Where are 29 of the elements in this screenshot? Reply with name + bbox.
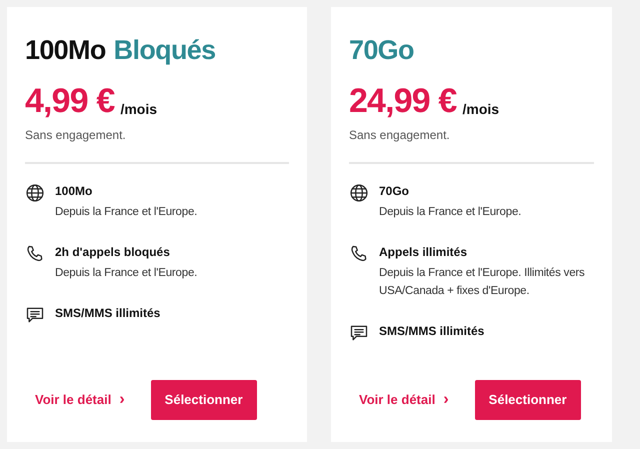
feature-detail: Depuis la France et l'Europe.	[55, 266, 198, 281]
feature-title: SMS/MMS illimités	[55, 305, 160, 322]
price: 24,99 €	[349, 84, 456, 118]
message-icon	[25, 305, 45, 325]
price: 4,99 €	[25, 84, 114, 118]
select-button[interactable]: Sélectionner	[474, 380, 581, 420]
feature-detail: Depuis la France et l'Europe.	[55, 205, 198, 220]
feature-detail: Depuis la France et l'Europe.	[379, 205, 522, 220]
plan-title: Bloqués	[114, 37, 216, 64]
select-button[interactable]: Sélectionner	[150, 380, 257, 420]
message-icon	[349, 323, 369, 343]
detail-link[interactable]: Voir le détail ›	[359, 388, 449, 412]
feature-title: 2h d'appels bloqués	[55, 244, 171, 261]
plan-title: 70Go	[349, 37, 414, 64]
plan-title: 100Mo	[25, 37, 106, 64]
commitment-text: Sans engagement.	[349, 127, 451, 144]
price-period: /mois	[120, 102, 158, 116]
detail-link[interactable]: Voir le détail ›	[35, 388, 125, 412]
feature-title: SMS/MMS illimités	[379, 323, 484, 340]
feature-title: 70Go	[379, 183, 410, 200]
feature-detail: Depuis la France et l'Europe. Illimités vers USA/Canada + fixes d'Europe.	[379, 266, 586, 299]
feature-title: Appels illimités	[379, 244, 468, 261]
feature-title: 100Mo	[55, 183, 94, 200]
globe-icon	[25, 183, 45, 203]
commitment-text: Sans engagement.	[25, 127, 127, 144]
price-period: /mois	[462, 102, 500, 116]
phone-icon	[25, 244, 45, 264]
globe-icon	[349, 183, 369, 203]
phone-icon	[349, 244, 369, 264]
